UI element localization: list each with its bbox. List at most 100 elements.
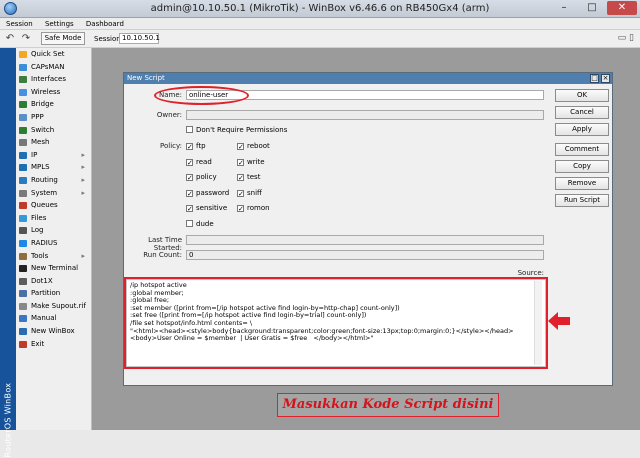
sidebar-item-bridge[interactable]: Bridge	[16, 98, 91, 111]
sidebar-item-interfaces[interactable]: Interfaces	[16, 73, 91, 86]
source-label: Source:	[517, 269, 544, 277]
sidebar-icon	[19, 227, 27, 235]
policy-checkbox-password[interactable]: ✓ password	[186, 189, 229, 197]
sidebar-item-label: Make Supout.rif	[31, 301, 86, 310]
script-window-close-button[interactable]: ×	[601, 74, 610, 83]
policy-checkbox-policy[interactable]: ✓ policy	[186, 173, 217, 182]
sidebar-item-label: New WinBox	[31, 327, 75, 336]
script-window-titlebar: New Script □ ×	[124, 73, 612, 84]
policy-checkbox-ftp[interactable]: ✓ ftp	[186, 142, 206, 151]
sidebar-item-label: Quick Set	[31, 50, 65, 58]
sidebar-item-label: MPLS	[31, 163, 50, 172]
owner-label: Owner:	[156, 111, 182, 119]
policy-checkbox-test[interactable]: ✓ test	[237, 173, 260, 182]
sidebar-icon	[19, 252, 27, 260]
menu-bar: Session Settings Dashboard	[0, 18, 640, 30]
minimize-button[interactable]: –	[552, 1, 576, 15]
sidebar-icon	[19, 88, 27, 96]
dont-require-permissions-checkbox[interactable]: Don't Require Permissions	[186, 126, 287, 134]
sidebar-item-new-winbox[interactable]: New WinBox	[16, 325, 91, 338]
sidebar-item-routing[interactable]: Routing ▸	[16, 174, 91, 187]
run-count-field: 0	[186, 250, 544, 260]
sidebar-item-queues[interactable]: Queues	[16, 199, 91, 212]
policy-checkbox-read[interactable]: ✓ read	[186, 158, 212, 166]
last-started-field	[186, 235, 544, 245]
session-value: 10.10.50.1	[119, 33, 160, 44]
cancel-button[interactable]: Cancel	[555, 106, 609, 119]
policy-checkbox-romon[interactable]: ✓ romon	[237, 204, 270, 213]
sidebar-item-manual[interactable]: Manual	[16, 312, 91, 325]
sidebar-menu: Quick Set CAPsMAN Interfaces Wireless Bridge…	[16, 48, 92, 430]
menu-settings[interactable]: Settings	[45, 18, 74, 30]
sidebar-icon	[19, 302, 27, 310]
sidebar-item-label: Interfaces	[31, 75, 66, 84]
menu-dashboard[interactable]: Dashboard	[86, 18, 124, 30]
sidebar-icon	[19, 328, 27, 336]
close-button[interactable]: ✕	[607, 1, 637, 15]
sidebar-item-radius[interactable]: RADIUS	[16, 237, 91, 250]
policy-checkbox-sensitive[interactable]: ✓ sensitive	[186, 204, 227, 213]
sidebar-item-switch[interactable]: Switch	[16, 124, 91, 137]
sidebar-item-log[interactable]: Log	[16, 224, 91, 237]
sidebar-item-tools[interactable]: Tools ▸	[16, 250, 91, 263]
sidebar-icon	[19, 63, 27, 71]
sidebar-item-label: Manual	[31, 314, 57, 323]
sidebar-item-dot1x[interactable]: Dot1X	[16, 275, 91, 288]
sidebar-item-ppp[interactable]: PPP	[16, 111, 91, 124]
layout-icons[interactable]: ▭ ▯	[618, 33, 634, 43]
chevron-right-icon: ▸	[81, 163, 85, 172]
sidebar-item-capsman[interactable]: CAPsMAN	[16, 61, 91, 74]
run-script-button[interactable]: Run Script	[555, 194, 609, 207]
sidebar-item-label: Routing	[31, 175, 58, 184]
policy-checkbox-write[interactable]: ✓ write	[237, 158, 265, 166]
sidebar-item-mesh[interactable]: Mesh	[16, 136, 91, 149]
script-window-restore-button[interactable]: □	[590, 74, 599, 83]
sidebar-item-label: Tools	[31, 251, 49, 260]
sidebar-item-label: CAPsMAN	[31, 62, 65, 71]
policy-checkbox-dude[interactable]: dude	[186, 219, 214, 228]
maximize-button[interactable]: □	[580, 1, 604, 15]
sidebar-item-mpls[interactable]: MPLS ▸	[16, 161, 91, 174]
sidebar-icon	[19, 51, 27, 58]
sidebar-icon	[19, 189, 27, 197]
sidebar-item-label: RADIUS	[31, 238, 58, 247]
sidebar-item-label: Mesh	[31, 138, 50, 147]
sidebar-item-system[interactable]: System ▸	[16, 187, 91, 200]
sidebar-icon	[19, 265, 27, 273]
sidebar-item-label: Queues	[31, 201, 58, 210]
sidebar-icon	[19, 214, 27, 222]
sidebar-icon	[19, 239, 27, 247]
policy-checkbox-reboot[interactable]: ✓ reboot	[237, 142, 270, 151]
ok-button[interactable]: OK	[555, 89, 609, 102]
sidebar-item-label: Log	[31, 226, 44, 235]
sidebar-item-label: Dot1X	[31, 276, 53, 285]
redo-icon[interactable]: ↷	[20, 33, 32, 45]
sidebar-item-wireless[interactable]: Wireless	[16, 86, 91, 99]
source-highlight-box	[124, 277, 548, 369]
copy-button[interactable]: Copy	[555, 160, 609, 173]
sidebar-item-exit[interactable]: Exit	[16, 338, 91, 351]
sidebar-item-ip[interactable]: IP ▸	[16, 149, 91, 162]
comment-button[interactable]: Comment	[555, 143, 609, 156]
sidebar-item-files[interactable]: Files	[16, 212, 91, 225]
menu-session[interactable]: Session	[6, 18, 33, 30]
sidebar-item-quick-set[interactable]: Quick Set	[16, 48, 91, 61]
undo-icon[interactable]: ↶	[4, 33, 16, 45]
sidebar-icon	[19, 126, 27, 134]
sidebar-item-make-supout-rif[interactable]: Make Supout.rif	[16, 300, 91, 313]
sidebar-icon	[19, 76, 27, 84]
sidebar-item-new-terminal[interactable]: New Terminal	[16, 262, 91, 275]
sidebar-icon	[19, 176, 27, 184]
policy-checkbox-sniff[interactable]: ✓ sniff	[237, 189, 262, 197]
sidebar-item-label: Files	[31, 213, 47, 222]
sidebar-item-partition[interactable]: Partition	[16, 287, 91, 300]
apply-button[interactable]: Apply	[555, 123, 609, 136]
sidebar-item-label: System	[31, 188, 58, 197]
title-bar: admin@10.10.50.1 (MikroTik) - WinBox v6.…	[0, 0, 640, 18]
chevron-right-icon: ▸	[81, 175, 85, 184]
remove-button[interactable]: Remove	[555, 177, 609, 190]
sidebar-icon	[19, 277, 27, 285]
chevron-right-icon: ▸	[81, 251, 85, 260]
safe-mode-button[interactable]: Safe Mode	[41, 32, 85, 45]
sidebar-icon	[19, 340, 27, 348]
